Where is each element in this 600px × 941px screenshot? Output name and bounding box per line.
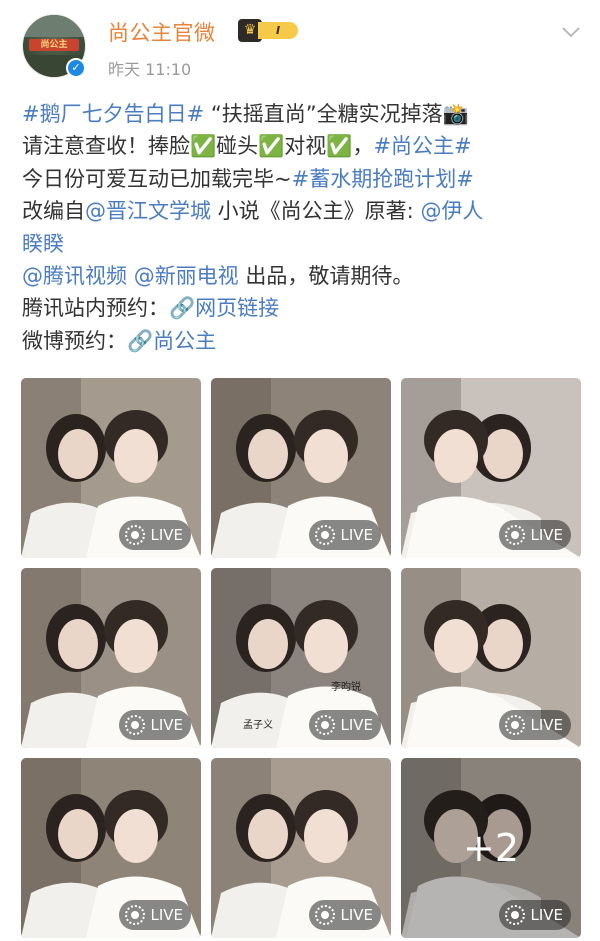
live-label: LIVE	[340, 906, 373, 924]
live-photo-badge[interactable]: LIVE	[499, 710, 571, 740]
live-photo-badge[interactable]: LIVE	[119, 520, 191, 550]
live-photo-badge[interactable]: LIVE	[119, 710, 191, 740]
photo-grid: LIVE LIVE LIVE LIVE 孟子义 李昀锐 LIVE LIVE LIVE LIVE +2…	[21, 378, 581, 938]
post-text-segment: “扶摇直尚”全糖实况掉落📸	[204, 102, 469, 126]
photo-thumbnail[interactable]: +2 LIVE	[401, 758, 581, 938]
photo-thumbnail[interactable]: LIVE	[21, 568, 201, 748]
live-photo-badge[interactable]: LIVE	[499, 520, 571, 550]
vip-level-badge[interactable]: ♛ I	[238, 19, 300, 42]
avatar-banner: 尚公主	[29, 39, 79, 51]
post-link[interactable]: @晋江文学城	[85, 199, 211, 223]
live-photo-icon	[125, 715, 146, 735]
post-link[interactable]: @伊人	[420, 199, 483, 223]
photo-thumbnail[interactable]: LIVE	[401, 568, 581, 748]
live-photo-badge[interactable]: LIVE	[119, 900, 191, 930]
photo-thumbnail[interactable]: LIVE	[211, 378, 391, 558]
live-photo-icon	[315, 905, 336, 925]
live-photo-badge[interactable]: LIVE	[309, 900, 381, 930]
post-link[interactable]: #蓄水期抢跑计划#	[292, 167, 474, 191]
live-label: LIVE	[530, 906, 563, 924]
level-label: I	[258, 22, 298, 39]
photo-thumbnail[interactable]: LIVE	[401, 378, 581, 558]
post-header: 尚公主 ✓ 尚公主官微 ♛ I 昨天 11:10	[0, 0, 600, 95]
live-photo-icon	[125, 905, 146, 925]
photo-thumbnail[interactable]: LIVE	[211, 758, 391, 938]
photo-thumbnail[interactable]: LIVE	[21, 758, 201, 938]
post-link[interactable]: 睽睽	[22, 232, 64, 256]
post-text-segment: 改编自	[22, 199, 85, 224]
live-photo-badge[interactable]: LIVE	[309, 520, 381, 550]
live-photo-icon	[505, 905, 526, 925]
post-link[interactable]: 🔗尚公主	[127, 329, 216, 353]
post-text-line: 今日份可爱互动已加载完毕~#蓄水期抢跑计划#	[22, 163, 582, 195]
post-text-segment: 出品，敬请期待。	[238, 263, 414, 288]
post-link[interactable]: #鹅厂七夕告白日#	[22, 102, 204, 126]
live-label: LIVE	[340, 716, 373, 734]
live-label: LIVE	[340, 526, 373, 544]
live-photo-icon	[315, 715, 336, 735]
photo-thumbnail[interactable]: LIVE	[21, 378, 201, 558]
live-label: LIVE	[150, 906, 183, 924]
post-text-segment: 小说《尚公主》原著:	[211, 199, 421, 224]
post-body: #鹅厂七夕告白日# “扶摇直尚”全糖实况掉落📸 请注意查收！捧脸✅碰头✅对视✅，#…	[22, 98, 582, 357]
live-photo-icon	[125, 525, 146, 545]
post-text-line: @腾讯视频 @新丽电视 出品，敬请期待。	[22, 260, 582, 292]
post-link[interactable]: 🔗网页链接	[169, 296, 279, 320]
live-photo-icon	[505, 715, 526, 735]
post-text-line: 腾讯站内预约：🔗网页链接	[22, 292, 582, 324]
live-photo-icon	[315, 525, 336, 545]
photo-thumbnail[interactable]: 孟子义 李昀锐 LIVE	[211, 568, 391, 748]
post-text-segment: 今日份可爱互动已加载完毕~	[22, 166, 292, 191]
post-text-line: 请注意查收！捧脸✅碰头✅对视✅，#尚公主#	[22, 130, 582, 162]
shirt-name-label: 李昀锐	[331, 682, 361, 693]
post-link[interactable]: @新丽电视	[134, 264, 239, 288]
username[interactable]: 尚公主官微	[108, 17, 216, 47]
live-photo-badge[interactable]: LIVE	[309, 710, 381, 740]
post-link[interactable]: #尚公主#	[373, 134, 471, 158]
post-text-line: 睽睽	[22, 228, 582, 260]
post-link[interactable]: @腾讯视频	[22, 264, 127, 288]
post-text-line: 改编自@晋江文学城 小说《尚公主》原著: @伊人	[22, 195, 582, 227]
post-timestamp: 昨天 11:10	[108, 60, 192, 79]
shirt-name-label: 孟子义	[243, 720, 273, 731]
post-text-segment: 腾讯站内预约：	[22, 296, 169, 321]
live-label: LIVE	[150, 716, 183, 734]
post-text-segment: 请注意查收！捧脸✅碰头✅对视✅，	[22, 134, 374, 159]
post-text-segment: 微博预约：	[22, 328, 127, 353]
live-label: LIVE	[150, 526, 183, 544]
live-photo-badge[interactable]: LIVE	[499, 900, 571, 930]
live-photo-icon	[505, 525, 526, 545]
post-text-line: #鹅厂七夕告白日# “扶摇直尚”全糖实况掉落📸	[22, 98, 582, 130]
live-label: LIVE	[530, 526, 563, 544]
live-label: LIVE	[530, 716, 563, 734]
post-text-line: 微博预约：🔗尚公主	[22, 325, 582, 357]
post-text-segment	[127, 264, 134, 288]
verified-badge-icon: ✓	[66, 58, 86, 78]
chevron-down-icon[interactable]	[561, 22, 581, 42]
